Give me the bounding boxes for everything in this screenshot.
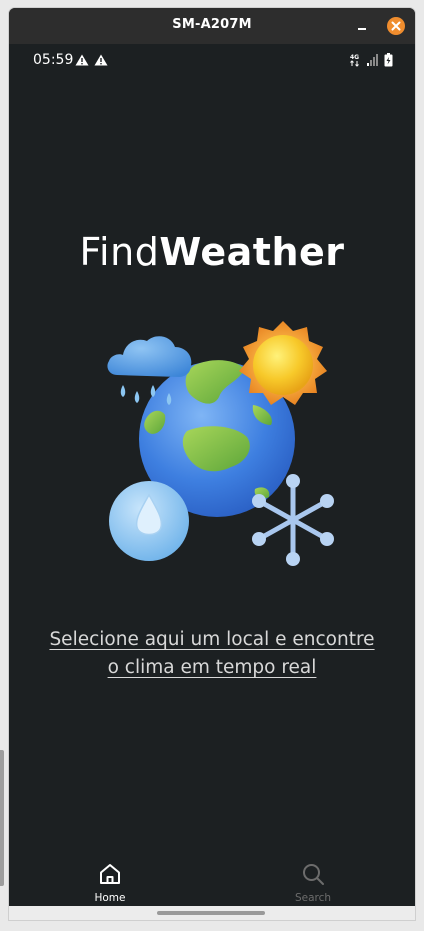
svg-text:4G: 4G bbox=[350, 54, 359, 61]
app-title: FindWeather bbox=[9, 230, 415, 274]
status-time: 05:59 bbox=[33, 52, 74, 68]
status-right-icons: 4G bbox=[350, 52, 393, 67]
app-title-find: Find bbox=[79, 230, 160, 274]
gesture-bar bbox=[9, 906, 415, 920]
weather-globe-illustration bbox=[107, 321, 334, 566]
water-drop-icon bbox=[109, 481, 189, 561]
close-icon bbox=[391, 21, 401, 31]
select-location-link[interactable]: Selecione aqui um local e encontre o cli… bbox=[29, 626, 395, 682]
status-bar: 05:59 4G bbox=[9, 44, 415, 76]
nav-search-label: Search bbox=[294, 892, 332, 904]
battery-icon bbox=[384, 53, 393, 67]
home-indicator[interactable] bbox=[157, 911, 265, 915]
sun-icon bbox=[239, 321, 327, 405]
close-button[interactable] bbox=[387, 17, 405, 35]
signal-icon bbox=[366, 54, 378, 66]
bottom-navigation: Home Search bbox=[9, 858, 415, 910]
nav-search[interactable]: Search bbox=[273, 862, 353, 904]
home-icon bbox=[100, 864, 120, 884]
warning-icon bbox=[75, 54, 89, 66]
nav-home-label: Home bbox=[94, 892, 126, 904]
nav-home[interactable]: Home bbox=[70, 862, 150, 904]
resize-handle[interactable] bbox=[0, 750, 4, 886]
cta-line: Selecione aqui um local e encontre bbox=[49, 629, 375, 650]
search-icon bbox=[303, 864, 324, 885]
warning-icon bbox=[94, 54, 108, 66]
window-titlebar: SM-A207M bbox=[9, 8, 415, 44]
network-4g-icon: 4G bbox=[350, 54, 359, 67]
minimize-button[interactable] bbox=[353, 18, 371, 34]
cta-line: o clima em tempo real bbox=[107, 657, 317, 678]
emulator-window: SM-A207M 05:59 4G FindWeather Selecione … bbox=[9, 8, 415, 920]
app-title-weather: Weather bbox=[159, 230, 345, 274]
